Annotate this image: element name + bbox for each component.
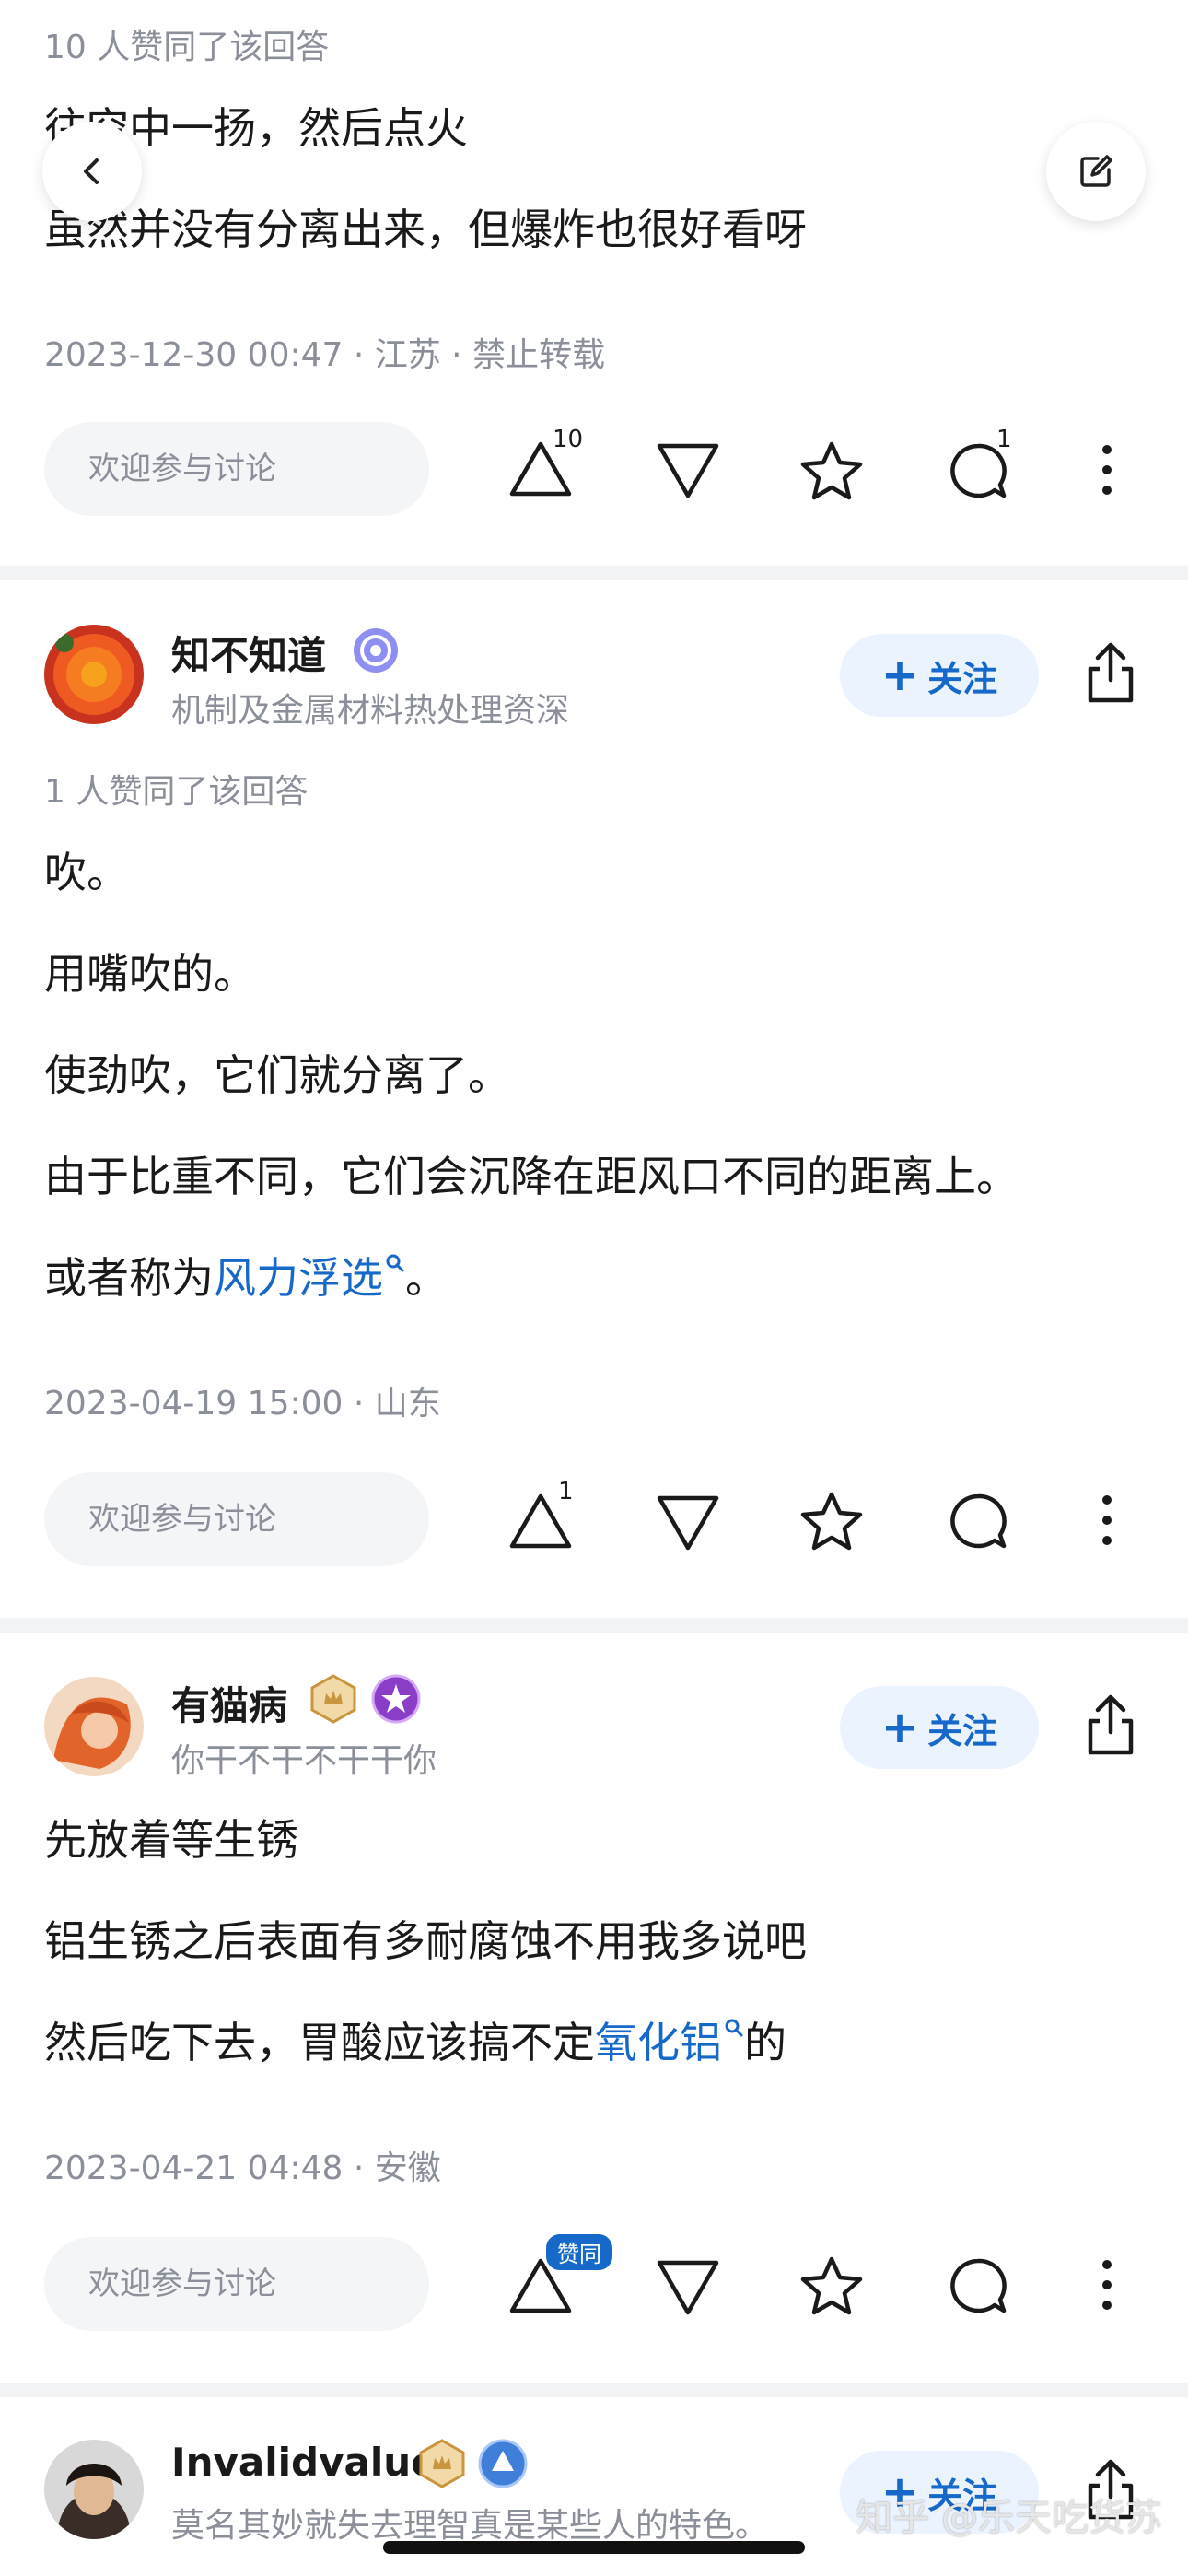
downvote-icon[interactable] (656, 2259, 720, 2316)
section-divider (0, 1618, 1188, 1633)
comment-input[interactable]: 欢迎参与讨论 (44, 2237, 429, 2331)
level-badge-icon (419, 2439, 465, 2488)
author-bio: 莫名其妙就失去理智真是某些人的特色。 (171, 2507, 769, 2545)
answer-line: 或者称为风力浮选。 (44, 1253, 448, 1304)
section-divider (0, 2383, 1188, 2397)
comment-count: 1 (996, 426, 1012, 453)
chevron-left-icon (84, 158, 99, 184)
favorite-star-icon[interactable] (799, 1491, 864, 1551)
answer-line: 吹。 (44, 848, 129, 897)
answer-line: 用嘴吹的。 (44, 949, 256, 999)
post-meta: 2023-04-21 04:48 · 安徽 (44, 2149, 441, 2187)
answer-text: 的 (744, 2018, 786, 2067)
upvote-count: 1 (558, 1478, 574, 1505)
answer-text: 或者称为 (44, 1253, 214, 1303)
author-name[interactable]: 有猫病 (171, 1675, 287, 1731)
share-icon[interactable] (1085, 1693, 1136, 1758)
comment-icon[interactable] (949, 2257, 1007, 2316)
search-link[interactable]: 风力浮选 (214, 1253, 383, 1303)
search-icon (386, 1254, 404, 1272)
avatar[interactable] (44, 625, 144, 724)
answer-line: 使劲吹，它们就分离了。 (44, 1050, 510, 1100)
downvote-icon[interactable] (656, 442, 720, 499)
follow-label: 关注 (927, 1710, 998, 1751)
achievement-badge-icon (478, 2439, 528, 2488)
answer-line: 铝生锈之后表面有多耐腐蚀不用我多说吧 (44, 1916, 807, 1966)
avatar-image (44, 625, 144, 724)
author-name[interactable]: 知不知道 (171, 625, 326, 681)
answer-text: 。 (405, 1253, 448, 1303)
comment-input[interactable]: 欢迎参与讨论 (44, 422, 429, 516)
avatar[interactable] (44, 2440, 144, 2539)
agree-badge: 赞同 (543, 2231, 615, 2273)
share-icon[interactable] (1085, 641, 1136, 706)
answer-line: 由于比重不同，它们会沉降在距风口不同的距离上。 (44, 1152, 1019, 1201)
favorite-star-icon[interactable] (799, 2255, 864, 2316)
edit-icon (1080, 155, 1112, 187)
favorite-star-icon[interactable] (799, 440, 864, 501)
avatar[interactable] (44, 1677, 144, 1776)
plus-icon: + (880, 1702, 919, 1753)
follow-label: 关注 (927, 658, 998, 699)
answer-line: 然后吃下去，胃酸应该搞不定氧化铝的 (44, 2018, 786, 2068)
comment-icon[interactable] (949, 1493, 1007, 1551)
upvote-count: 10 (553, 426, 584, 453)
section-divider (0, 566, 1188, 580)
more-options-icon[interactable] (1098, 1493, 1116, 1548)
downvote-icon[interactable] (656, 1494, 720, 1551)
likes-count-text: 10 人赞同了该回答 (44, 29, 330, 66)
avatar-image (44, 1677, 144, 1776)
post-meta: 2023-04-19 15:00 · 山东 (44, 1385, 441, 1423)
likes-count-text: 1 人赞同了该回答 (44, 773, 309, 811)
more-options-icon[interactable] (1098, 442, 1116, 498)
level-badge-icon (310, 1674, 356, 1724)
author-bio: 机制及金属材料热处理资深 (171, 692, 570, 730)
search-link[interactable]: 氧化铝 (595, 2018, 722, 2067)
watermark: 知乎 @乐天吃货苏 (856, 2497, 1162, 2539)
search-icon (725, 2019, 743, 2037)
post-meta: 2023-12-30 00:47 · 江苏 · 禁止转载 (44, 336, 606, 374)
answer-text: 然后吃下去，胃酸应该搞不定 (44, 2018, 595, 2067)
comment-input[interactable]: 欢迎参与讨论 (44, 1472, 429, 1566)
author-name[interactable]: Invalidvalue (171, 2440, 437, 2485)
back-button[interactable] (42, 122, 142, 221)
certification-badge-icon (354, 628, 398, 673)
avatar-image (44, 2440, 144, 2539)
achievement-badge-icon (371, 1674, 421, 1724)
plus-icon: + (880, 650, 919, 701)
author-bio: 你干不干不干干你 (171, 1742, 437, 1780)
follow-button[interactable]: + 关注 (840, 634, 1039, 717)
follow-button[interactable]: + 关注 (840, 1686, 1039, 1769)
write-answer-button[interactable] (1046, 122, 1146, 221)
answer-line: 先放着等生锈 (44, 1815, 298, 1865)
more-options-icon[interactable] (1098, 2257, 1116, 2313)
answer-line: 虽然并没有分离出来，但爆炸也很好看呀 (44, 205, 807, 254)
home-indicator[interactable] (383, 2541, 805, 2554)
